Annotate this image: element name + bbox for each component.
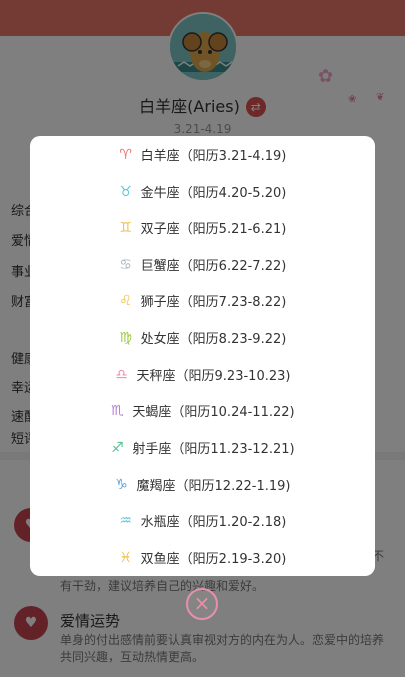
zodiac-item-sagittarius[interactable]: ♐ 射手座（阳历11.23-12.21) — [30, 429, 375, 466]
capricorn-icon: ♑ — [115, 476, 128, 493]
zodiac-item-scorpio[interactable]: ♏ 天蝎座（阳历10.24-11.22) — [30, 392, 375, 429]
virgo-icon: ♍ — [119, 329, 132, 346]
zodiac-item-label: 白羊座（阳历3.21-4.19) — [140, 149, 287, 164]
zodiac-item-cancer[interactable]: ♋ 巨蟹座（阳历6.22-7.22) — [30, 246, 375, 283]
zodiac-item-taurus[interactable]: ♉ 金牛座（阳历4.20-5.20) — [30, 173, 375, 210]
zodiac-item-label: 巨蟹座（阳历6.22-7.22) — [140, 259, 287, 274]
zodiac-item-label: 金牛座（阳历4.20-5.20) — [140, 186, 287, 201]
gemini-icon: ♊ — [119, 219, 132, 236]
zodiac-item-label: 射手座（阳历11.23-12.21) — [132, 442, 295, 457]
close-icon[interactable]: × — [186, 588, 218, 620]
zodiac-picker-modal: ♈ 白羊座（阳历3.21-4.19) ♉ 金牛座（阳历4.20-5.20) ♊ … — [30, 136, 375, 576]
cancer-icon: ♋ — [119, 256, 132, 273]
scorpio-icon: ♏ — [111, 402, 124, 419]
aquarius-icon: ♒ — [119, 512, 132, 529]
zodiac-item-leo[interactable]: ♌ 狮子座（阳历7.23-8.22) — [30, 282, 375, 319]
aries-icon: ♈ — [119, 146, 132, 163]
zodiac-item-label: 双鱼座（阳历2.19-3.20) — [140, 552, 287, 567]
zodiac-item-label: 处女座（阳历8.23-9.22) — [140, 332, 287, 347]
zodiac-item-virgo[interactable]: ♍ 处女座（阳历8.23-9.22) — [30, 319, 375, 356]
libra-icon: ♎ — [115, 366, 128, 383]
zodiac-item-label: 天蝎座（阳历10.24-11.22) — [132, 405, 295, 420]
pisces-icon: ♓ — [119, 549, 132, 566]
zodiac-item-label: 魔羯座（阳历12.22-1.19) — [136, 479, 291, 494]
zodiac-item-aries[interactable]: ♈ 白羊座（阳历3.21-4.19) — [30, 136, 375, 173]
zodiac-item-label: 天秤座（阳历9.23-10.23) — [136, 369, 291, 384]
zodiac-item-label: 双子座（阳历5.21-6.21) — [140, 222, 287, 237]
zodiac-item-libra[interactable]: ♎ 天秤座（阳历9.23-10.23) — [30, 356, 375, 393]
zodiac-item-label: 水瓶座（阳历1.20-2.18) — [140, 515, 287, 530]
zodiac-item-pisces[interactable]: ♓ 双鱼座（阳历2.19-3.20) — [30, 539, 375, 576]
sagittarius-icon: ♐ — [111, 439, 124, 456]
zodiac-item-gemini[interactable]: ♊ 双子座（阳历5.21-6.21) — [30, 209, 375, 246]
zodiac-item-aquarius[interactable]: ♒ 水瓶座（阳历1.20-2.18) — [30, 502, 375, 539]
leo-icon: ♌ — [119, 292, 132, 309]
taurus-icon: ♉ — [119, 183, 132, 200]
zodiac-item-capricorn[interactable]: ♑ 魔羯座（阳历12.22-1.19) — [30, 466, 375, 503]
zodiac-item-label: 狮子座（阳历7.23-8.22) — [140, 295, 287, 310]
